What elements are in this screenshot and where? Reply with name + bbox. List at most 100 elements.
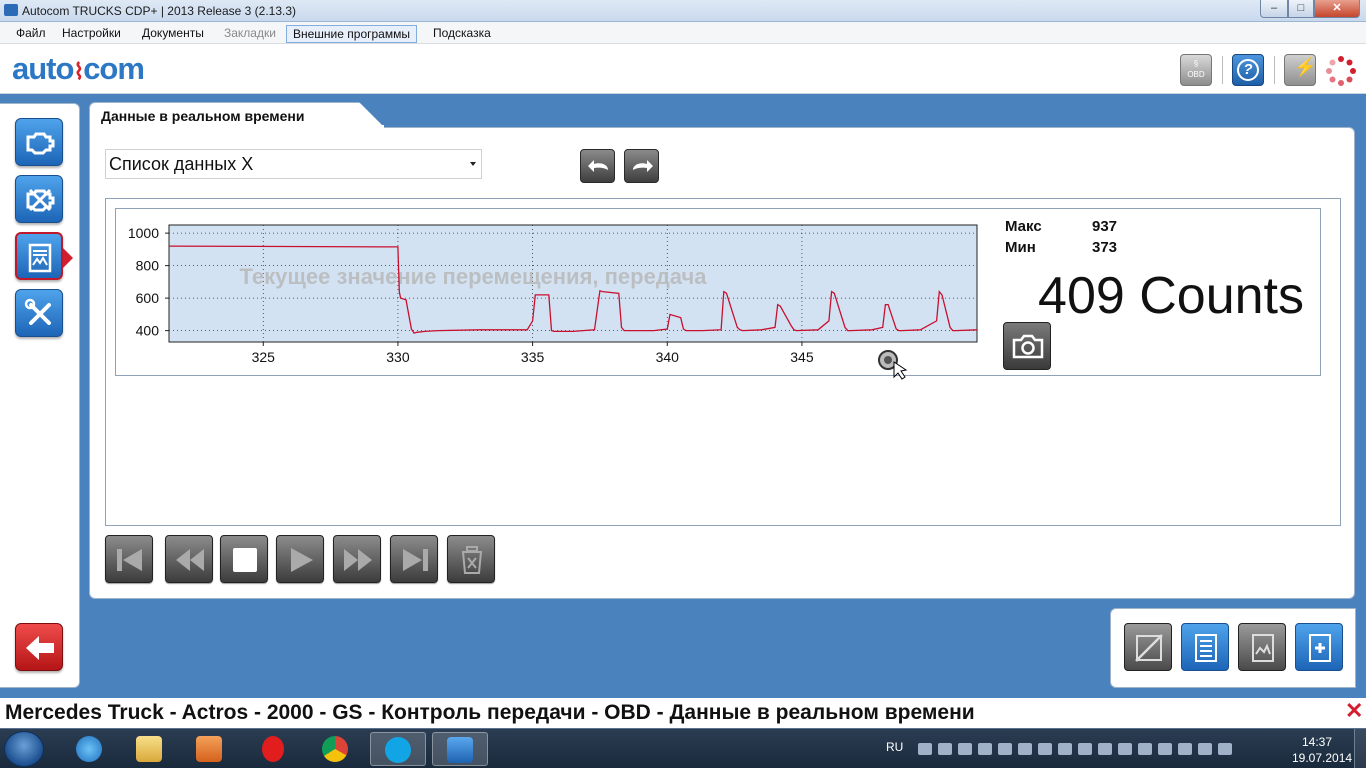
obd-button[interactable]: § OBD (1180, 54, 1212, 86)
chrome-icon (322, 736, 348, 762)
chevron-down-icon (470, 162, 476, 166)
help-button[interactable]: ? (1232, 54, 1264, 86)
taskbar-autocom[interactable] (432, 732, 488, 766)
min-value: 373 (1092, 239, 1118, 256)
last-record-button[interactable] (390, 535, 438, 583)
system-tray (918, 743, 1232, 755)
language-indicator[interactable]: RU (886, 740, 903, 754)
stop-icon (233, 548, 257, 572)
title-bar: Autocom TRUCKS CDP+ | 2013 Release 3 (2.… (0, 0, 1366, 22)
menu-settings[interactable]: Настройки (56, 25, 127, 41)
engine-button[interactable] (15, 118, 63, 166)
tray-icon[interactable] (1218, 743, 1232, 755)
report-button[interactable] (1295, 623, 1343, 671)
list-view-button[interactable] (1181, 623, 1229, 671)
data-list-select[interactable]: Список данных X (105, 149, 482, 179)
taskbar-internet-explorer[interactable] (62, 732, 118, 766)
tray-icon[interactable] (1198, 743, 1212, 755)
menu-help[interactable]: Подсказка (427, 25, 497, 41)
media-player-icon (196, 736, 222, 762)
menu-file[interactable]: Файл (10, 25, 52, 41)
fast-forward-button[interactable] (333, 535, 381, 583)
app-header: auto⌇com § OBD ? ⚡ (0, 44, 1366, 94)
live-data-icon (28, 243, 52, 273)
tab-label: Данные в реальном времени (101, 108, 305, 124)
show-desktop-button[interactable] (1354, 729, 1366, 768)
tray-icon[interactable] (938, 743, 952, 755)
clock[interactable]: 14:37 19.07.2014 (1292, 734, 1352, 766)
stop-button[interactable] (220, 535, 268, 583)
y-tick-label: 600 (136, 290, 160, 306)
taskbar-media-player[interactable] (182, 732, 238, 766)
x-tick-label: 345 (790, 349, 814, 365)
truck-icon (447, 737, 473, 763)
skip-first-icon (117, 549, 142, 571)
current-value: 409 Counts (1038, 267, 1304, 325)
x-tick-label: 340 (656, 349, 680, 365)
disabled-save-button[interactable] (1124, 623, 1172, 671)
previous-item-button[interactable] (580, 149, 615, 183)
busy-cursor-icon (878, 350, 908, 380)
tray-icon[interactable] (1058, 743, 1072, 755)
taskbar-explorer[interactable] (122, 732, 178, 766)
live-data-chart: 325 330 335 340 345 400 600 800 1000 Текущее знач… (128, 224, 978, 365)
rewind-icon (176, 549, 204, 571)
min-label: Мин (1005, 239, 1036, 256)
tray-icon[interactable] (1138, 743, 1152, 755)
fast-forward-icon (344, 549, 372, 571)
back-button[interactable] (15, 623, 63, 671)
tray-icon[interactable] (1118, 743, 1132, 755)
taskbar-opera[interactable] (246, 732, 302, 766)
menu-documents[interactable]: Документы (136, 25, 210, 41)
engine-icon (26, 132, 55, 155)
clear-recording-button[interactable] (447, 535, 495, 583)
tray-icon[interactable] (998, 743, 1012, 755)
play-button[interactable] (276, 535, 324, 583)
tray-icon[interactable] (1018, 743, 1032, 755)
menu-bookmarks[interactable]: Закладки (218, 25, 282, 41)
snapshot-button[interactable] (1003, 322, 1051, 370)
tray-icon[interactable] (958, 743, 972, 755)
data-list-value: Список данных X (109, 154, 254, 174)
battery-status-button[interactable]: ⚡ (1284, 54, 1316, 86)
tray-icon[interactable] (1038, 743, 1052, 755)
tray-icon[interactable] (978, 743, 992, 755)
breadcrumb: Mercedes Truck - Actros - 2000 - GS - Ко… (5, 701, 975, 724)
graph-view-button[interactable] (1238, 623, 1286, 671)
active-indicator-arrow (63, 248, 73, 268)
close-session-button[interactable]: ✕ (1345, 698, 1363, 724)
x-tick-label: 325 (252, 349, 276, 365)
x-tick-label: 335 (521, 349, 545, 365)
internet-explorer-icon (76, 736, 102, 762)
tray-icon[interactable] (1098, 743, 1112, 755)
minimize-button[interactable]: – (1260, 0, 1288, 18)
service-tools-button[interactable] (15, 289, 63, 337)
tray-icon[interactable] (1178, 743, 1192, 755)
help-icon: ? (1237, 59, 1259, 81)
window-title: Autocom TRUCKS CDP+ | 2013 Release 3 (2.… (22, 4, 297, 18)
tray-icon[interactable] (1078, 743, 1092, 755)
next-item-button[interactable] (624, 149, 659, 183)
menu-external-programs[interactable]: Внешние программы (286, 25, 417, 43)
maximize-button[interactable]: □ (1288, 0, 1314, 18)
clear-codes-button[interactable] (15, 175, 63, 223)
folder-icon (136, 736, 162, 762)
close-button[interactable]: ✕ (1314, 0, 1360, 18)
start-button[interactable] (4, 731, 44, 767)
taskbar-chrome[interactable] (308, 732, 364, 766)
y-tick-label: 800 (136, 258, 160, 274)
engine-cross-icon (26, 188, 55, 212)
tray-icon[interactable] (1158, 743, 1172, 755)
taskbar-skype[interactable] (370, 732, 426, 766)
first-record-button[interactable] (105, 535, 153, 583)
y-tick-label: 400 (136, 323, 160, 339)
curved-arrow-left-icon (588, 160, 608, 172)
rewind-button[interactable] (165, 535, 213, 583)
trash-icon (461, 546, 483, 574)
connection-spinner-icon (1326, 56, 1356, 86)
tray-icon[interactable] (918, 743, 932, 755)
status-bar: Mercedes Truck - Actros - 2000 - GS - Ко… (0, 698, 1366, 728)
max-label: Макс (1005, 218, 1042, 235)
curved-arrow-right-icon (633, 160, 653, 172)
live-data-button[interactable] (15, 232, 63, 280)
